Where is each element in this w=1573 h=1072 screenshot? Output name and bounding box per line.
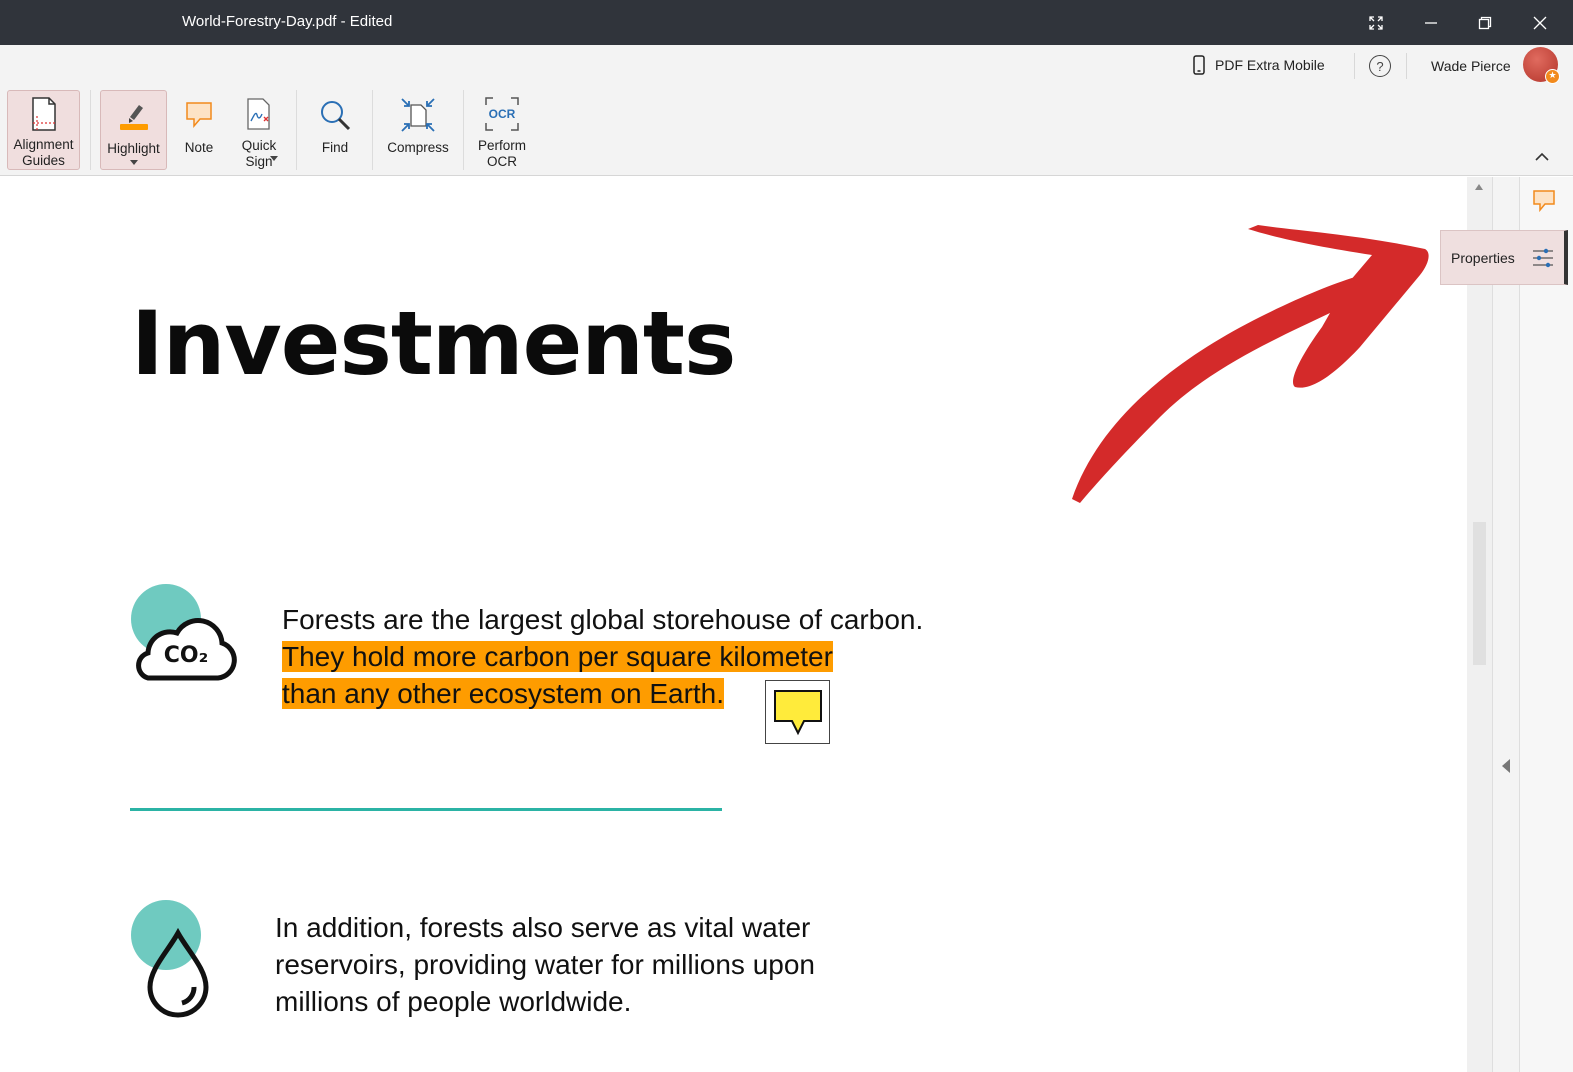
close-button[interactable] xyxy=(1515,0,1565,45)
chevron-up-icon xyxy=(1535,152,1549,161)
paragraph-water: In addition, forests also serve as vital… xyxy=(275,909,815,1020)
restore-icon xyxy=(1478,16,1492,29)
phone-icon xyxy=(1193,55,1205,75)
divider xyxy=(372,90,373,170)
perform-ocr-label: Perform OCR xyxy=(477,138,526,169)
ocr-icon: OCR xyxy=(485,97,519,131)
co2-icon-text: CO₂ xyxy=(164,643,208,668)
highlighted-text[interactable]: They hold more carbon per square kilomet… xyxy=(282,641,833,672)
document-page[interactable]: Investments CO₂ Forests are the largest … xyxy=(0,177,1467,1072)
note-button[interactable]: Note xyxy=(176,90,222,170)
highlight-label: Highlight xyxy=(107,141,160,156)
alignment-guides-button[interactable]: Alignment Guides xyxy=(7,90,80,170)
red-arrow-annotation xyxy=(1072,225,1429,503)
account-bar: PDF Extra Mobile ? Wade Pierce xyxy=(0,45,1573,87)
divider xyxy=(90,90,91,170)
note-annotation[interactable] xyxy=(765,680,830,744)
comment-icon xyxy=(773,690,822,736)
search-icon xyxy=(321,101,351,131)
chevron-down-icon xyxy=(270,156,278,161)
divider xyxy=(296,90,297,170)
quick-sign-button[interactable]: Quick Sign xyxy=(232,90,286,170)
highlighted-text[interactable]: than any other ecosystem on Earth. xyxy=(282,678,725,709)
title-bar: World-Forestry-Day.pdf - Edited xyxy=(0,0,1573,45)
avatar[interactable]: ★ xyxy=(1523,47,1560,84)
expand-icon xyxy=(1369,15,1383,30)
minimize-icon xyxy=(1425,21,1437,24)
pane-collapse-strip[interactable] xyxy=(1492,177,1519,1072)
paragraph-line: Forests are the largest global storehous… xyxy=(282,604,924,635)
signature-icon xyxy=(247,98,270,130)
paragraph-line: reservoirs, providing water for millions… xyxy=(275,949,815,980)
help-button[interactable]: ? xyxy=(1369,55,1391,77)
alignment-guides-label: Alignment Guides xyxy=(13,137,74,168)
compress-icon xyxy=(401,98,435,132)
perform-ocr-button[interactable]: OCR Perform OCR xyxy=(474,90,530,170)
comments-panel-button[interactable] xyxy=(1532,189,1556,217)
highlight-button[interactable]: Highlight xyxy=(100,90,167,170)
ocr-icon-text: OCR xyxy=(489,107,516,121)
chevron-down-icon xyxy=(129,160,138,165)
ribbon-toolbar: Alignment Guides Highlight Note Quick Si… xyxy=(0,87,1573,176)
page-heading: Investments xyxy=(131,292,736,395)
note-icon xyxy=(186,102,212,129)
right-sidebar xyxy=(1519,177,1573,1072)
alignment-guides-icon xyxy=(31,97,56,131)
chevron-left-icon[interactable] xyxy=(1502,759,1510,773)
note-icon xyxy=(1533,190,1555,213)
scroll-thumb[interactable] xyxy=(1473,522,1486,665)
compress-button[interactable]: Compress xyxy=(383,90,453,170)
section-divider xyxy=(130,808,722,811)
divider xyxy=(463,90,464,170)
restore-button[interactable] xyxy=(1460,0,1510,45)
properties-button[interactable]: Properties xyxy=(1440,230,1568,285)
premium-star-icon: ★ xyxy=(1545,69,1560,84)
water-drop-icon xyxy=(131,900,209,1018)
find-label: Find xyxy=(321,140,349,155)
paragraph-line: millions of people worldwide. xyxy=(275,986,632,1017)
minimize-button[interactable] xyxy=(1406,0,1456,45)
collapse-ribbon-button[interactable] xyxy=(1535,147,1549,166)
find-button[interactable]: Find xyxy=(312,90,358,170)
divider xyxy=(1354,53,1355,79)
highlighter-icon xyxy=(119,105,148,130)
close-icon xyxy=(1533,16,1547,29)
compress-label: Compress xyxy=(387,140,449,155)
quick-sign-label: Quick Sign xyxy=(241,138,277,169)
user-name[interactable]: Wade Pierce xyxy=(1431,58,1511,74)
properties-label: Properties xyxy=(1451,249,1515,266)
pdf-extra-mobile-button[interactable]: PDF Extra Mobile xyxy=(1193,55,1325,75)
fullscreen-button[interactable] xyxy=(1351,0,1401,45)
co2-cloud-icon: CO₂ xyxy=(131,584,237,681)
paragraph-line: In addition, forests also serve as vital… xyxy=(275,912,811,943)
sliders-icon xyxy=(1533,248,1553,268)
window-title: World-Forestry-Day.pdf - Edited xyxy=(182,13,393,30)
vertical-scrollbar[interactable] xyxy=(1467,177,1492,1072)
mobile-label: PDF Extra Mobile xyxy=(1215,57,1325,73)
help-icon: ? xyxy=(1376,58,1384,74)
note-label: Note xyxy=(184,140,214,155)
scroll-up-icon[interactable] xyxy=(1475,184,1483,190)
divider xyxy=(1406,53,1407,79)
